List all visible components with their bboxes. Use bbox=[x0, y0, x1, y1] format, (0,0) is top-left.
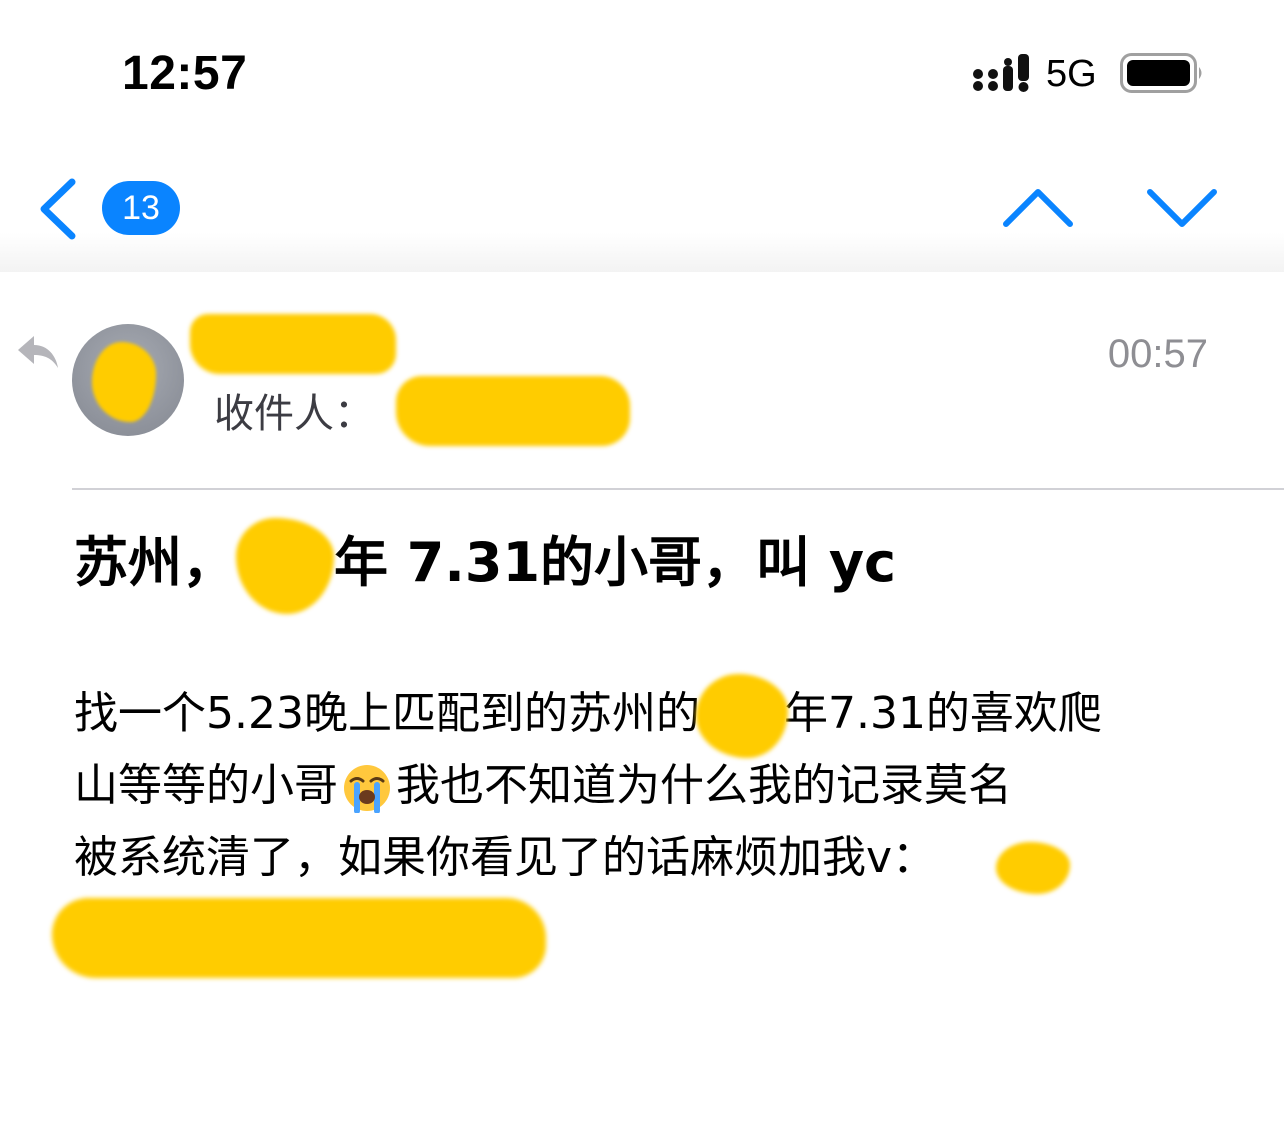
contact-redaction-small bbox=[996, 842, 1070, 894]
unread-count-badge[interactable]: 13 bbox=[102, 181, 180, 235]
body-redaction bbox=[695, 674, 788, 758]
cellular-signal-icon bbox=[973, 54, 1029, 92]
network-type: 5G bbox=[1046, 53, 1097, 95]
mail-header: 收件人： 00:57 bbox=[0, 272, 1284, 490]
chevron-left-icon[interactable] bbox=[30, 176, 86, 242]
chevron-up-icon[interactable] bbox=[1000, 180, 1076, 236]
contact-redaction bbox=[52, 898, 546, 978]
subject-text-start: 苏州， bbox=[74, 531, 236, 594]
body-line-1: 找一个5.23晚上匹配到的苏州的 年7.31的喜欢爬 bbox=[74, 674, 1224, 758]
body-text: 被系统清了，如果你看见了的话麻烦加我v： bbox=[74, 832, 937, 883]
mail-subject: 苏州， 年 7.31的小哥，叫 yc bbox=[74, 518, 1224, 615]
subject-text-end: 年 7.31的小哥，叫 yc bbox=[334, 531, 897, 594]
loudly-crying-face-emoji bbox=[344, 765, 390, 813]
recipient-label: 收件人： bbox=[214, 391, 374, 437]
body-text: 找一个5.23晚上匹配到的苏州的 bbox=[74, 688, 700, 739]
status-time: 12:57 bbox=[122, 47, 248, 100]
redaction-mark bbox=[92, 342, 156, 422]
battery-icon bbox=[1120, 53, 1202, 93]
sender-name-redaction bbox=[190, 314, 396, 374]
body-text: 山等等的小哥 bbox=[74, 760, 338, 811]
reply-arrow-icon bbox=[18, 336, 58, 368]
status-bar: 12:57 5G bbox=[0, 0, 1284, 140]
body-line-2: 山等等的小哥 我也不知道为什么我的记录莫名 bbox=[74, 750, 1224, 822]
header-divider bbox=[72, 488, 1284, 490]
recipient-redaction bbox=[396, 376, 630, 446]
body-text: 我也不知道为什么我的记录莫名 bbox=[396, 760, 1012, 811]
sender-avatar[interactable] bbox=[72, 324, 184, 436]
mail-nav-bar: 13 bbox=[0, 140, 1284, 272]
mail-timestamp: 00:57 bbox=[1107, 332, 1208, 376]
subject-redaction bbox=[236, 518, 334, 615]
chevron-down-icon[interactable] bbox=[1144, 180, 1220, 236]
body-text: 年7.31的喜欢爬 bbox=[783, 688, 1102, 739]
